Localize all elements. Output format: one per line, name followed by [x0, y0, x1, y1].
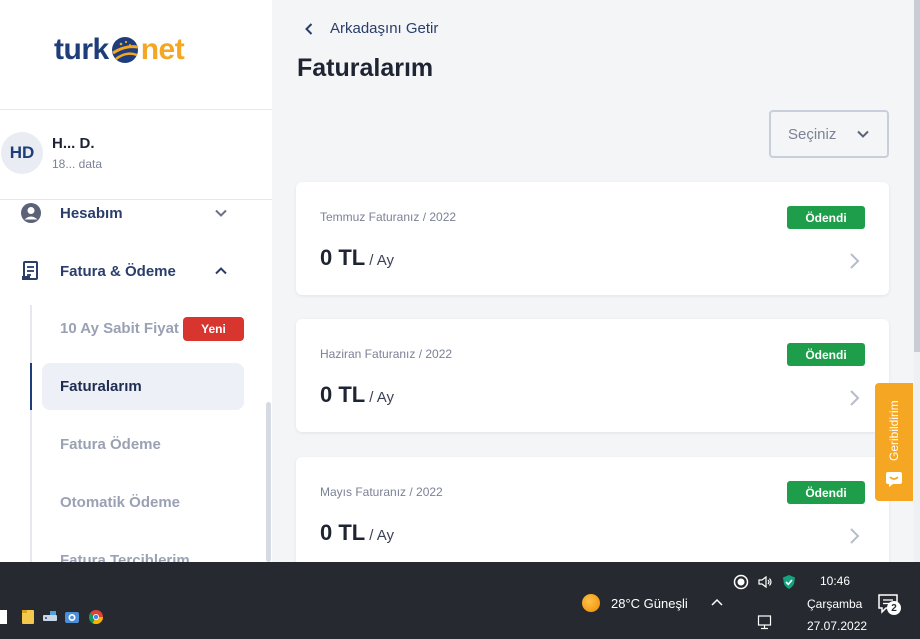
status-badge: Ödendi — [787, 206, 865, 229]
weather-text[interactable]: 28°C Güneşli — [611, 596, 688, 611]
chrome-icon[interactable] — [88, 609, 104, 625]
chevron-right-icon — [850, 528, 860, 544]
user-circle-icon — [21, 203, 41, 223]
sidebar-item-fatura-odeme[interactable]: Fatura & Ödeme — [20, 257, 242, 285]
app-icon[interactable] — [64, 609, 80, 625]
notification-count: 2 — [887, 601, 901, 615]
sidebar-subitem-10-ay-sabit-fiyat[interactable]: 10 Ay Sabit Fiyat — [60, 320, 179, 337]
sidebar-subitem-faturalarim[interactable]: Faturalarım — [60, 378, 142, 395]
invoice-card[interactable]: Temmuz Faturanız / 2022 0 TL / Ay Ödendi — [296, 182, 889, 295]
sidebar-subitem-fatura-tercihlerim[interactable]: Fatura Tercihlerim — [60, 552, 190, 562]
smile-chat-icon — [886, 472, 902, 487]
folder-icon[interactable] — [20, 609, 36, 625]
back-link[interactable]: Arkadaşını Getir — [302, 20, 438, 37]
new-badge: Yeni — [183, 317, 244, 341]
chevron-down-icon — [215, 209, 227, 217]
back-label: Arkadaşını Getir — [330, 20, 439, 37]
chevron-left-icon — [305, 22, 313, 35]
submenu-line — [30, 305, 32, 562]
sidebar-item-label: Fatura & Ödeme — [60, 262, 176, 280]
sidebar-item-hesabim[interactable]: Hesabım — [20, 199, 242, 227]
feedback-label: Geribildirim — [887, 400, 901, 462]
avatar: HD — [1, 132, 43, 174]
active-indicator — [30, 363, 32, 410]
feedback-tab[interactable]: Geribildirim — [875, 383, 913, 501]
network-icon[interactable] — [757, 614, 773, 630]
volume-icon[interactable] — [757, 574, 773, 590]
invoice-title: Haziran Faturanız / 2022 — [320, 347, 453, 361]
turknet-logo[interactable]: turk net — [54, 26, 185, 74]
logo-text-turk: turk — [54, 33, 109, 66]
status-badge: Ödendi — [787, 343, 865, 366]
globe-icon — [111, 37, 138, 63]
sidebar-item-label: Hesabım — [60, 204, 123, 222]
record-icon[interactable] — [733, 574, 749, 590]
invoice-title: Mayıs Faturanız / 2022 — [320, 485, 443, 499]
sidebar-subitem-fatura-odeme[interactable]: Fatura Ödeme — [60, 436, 161, 453]
clock-time[interactable]: 10:46 — [820, 574, 850, 588]
select-placeholder: Seçiniz — [788, 125, 837, 143]
network-drive-icon[interactable] — [42, 609, 58, 625]
chevron-down-icon — [857, 130, 869, 138]
invoice-amount: 0 TL / Ay — [320, 245, 394, 270]
clock-day[interactable]: Çarşamba — [807, 597, 862, 611]
chevron-up-icon[interactable] — [709, 595, 725, 611]
shield-icon[interactable] — [781, 574, 797, 590]
page-scrollbar-thumb[interactable] — [914, 0, 920, 352]
divider — [0, 109, 272, 110]
invoice-amount: 0 TL / Ay — [320, 382, 394, 407]
sidebar: turk net HD H... D. 18... data Hesabım F… — [0, 0, 272, 562]
user-name: H... D. — [52, 135, 95, 152]
chevron-up-icon — [215, 267, 227, 275]
invoice-title: Temmuz Faturanız / 2022 — [320, 210, 457, 224]
chevron-right-icon — [850, 390, 860, 406]
sidebar-scrollbar[interactable] — [266, 402, 271, 562]
user-profile[interactable]: HD H... D. 18... data — [0, 132, 102, 174]
clock-date[interactable]: 27.07.2022 — [807, 619, 867, 633]
invoice-card[interactable]: Mayıs Faturanız / 2022 0 TL / Ay Ödendi — [296, 457, 889, 570]
page-title: Faturalarım — [297, 54, 434, 82]
chevron-right-icon — [850, 253, 860, 269]
file-icon[interactable] — [0, 609, 10, 625]
period-select[interactable]: Seçiniz — [769, 110, 889, 158]
sun-icon[interactable] — [582, 594, 600, 612]
invoice-icon — [22, 261, 38, 280]
status-badge: Ödendi — [787, 481, 865, 504]
user-subtitle: 18... data — [52, 157, 103, 171]
invoice-card[interactable]: Haziran Faturanız / 2022 0 TL / Ay Ödendi — [296, 319, 889, 432]
logo-text-net: net — [140, 33, 185, 66]
invoice-amount: 0 TL / Ay — [320, 520, 394, 545]
sidebar-subitem-otomatik-odeme[interactable]: Otomatik Ödeme — [60, 494, 180, 511]
